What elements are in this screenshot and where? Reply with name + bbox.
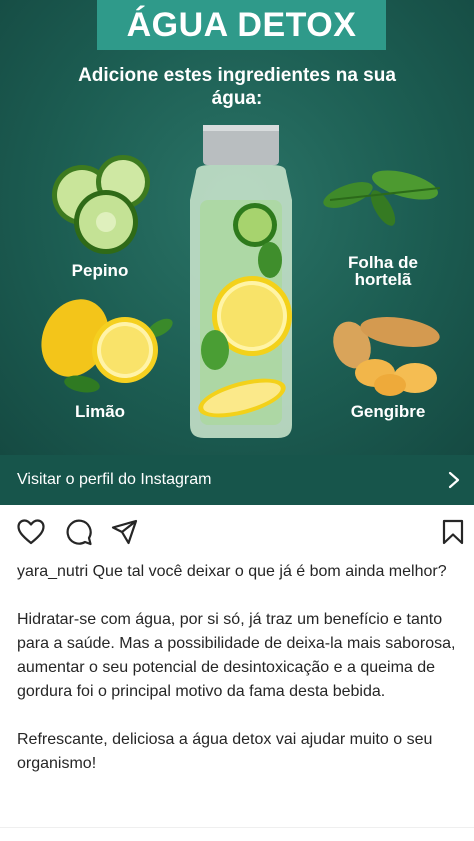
divider — [0, 827, 474, 828]
send-icon[interactable] — [111, 519, 138, 545]
caption-first-line: Que tal você deixar o que já é bom ainda… — [92, 563, 447, 580]
ingredient-label-cucumber: Pepino — [71, 261, 129, 280]
caption-paragraph-3: Refrescante, deliciosa a água detox vai … — [17, 731, 433, 772]
caption-username[interactable]: yara_nutri — [17, 563, 88, 580]
ingredient-label-mint: Folha de hortelã — [348, 253, 418, 289]
ingredient-label-lemon: Limão — [74, 402, 126, 421]
caption-paragraph-2: Hidratar-se com água, por si só, já traz… — [17, 611, 456, 700]
ginger-icon — [333, 317, 440, 396]
caption-first-paragraph: yara_nutri Que tal você deixar o que já … — [17, 560, 457, 584]
chevron-right-icon — [448, 471, 460, 489]
post-image: ÁGUA DETOX Adicione estes ingredientes n… — [0, 0, 474, 455]
bottle-icon — [190, 125, 292, 438]
visit-profile-label: Visitar o perfil do Instagram — [17, 471, 212, 488]
post-subtitle: Adicione estes ingredientes na sua água: — [78, 65, 396, 109]
comment-icon[interactable] — [65, 519, 92, 546]
heart-icon[interactable] — [17, 519, 45, 545]
ingredient-label-ginger: Gengibre — [350, 402, 426, 421]
bookmark-icon[interactable] — [442, 519, 464, 545]
post-title: ÁGUA DETOX — [126, 5, 357, 44]
mint-leaf-icon — [323, 170, 441, 226]
lemon-icon — [41, 299, 173, 393]
post-title-box: ÁGUA DETOX — [97, 0, 386, 50]
visit-profile-bar[interactable]: Visitar o perfil do Instagram — [0, 455, 474, 505]
cucumber-icon — [52, 155, 150, 254]
post-caption: yara_nutri Que tal você deixar o que já … — [17, 560, 457, 800]
post-actions — [0, 505, 474, 557]
